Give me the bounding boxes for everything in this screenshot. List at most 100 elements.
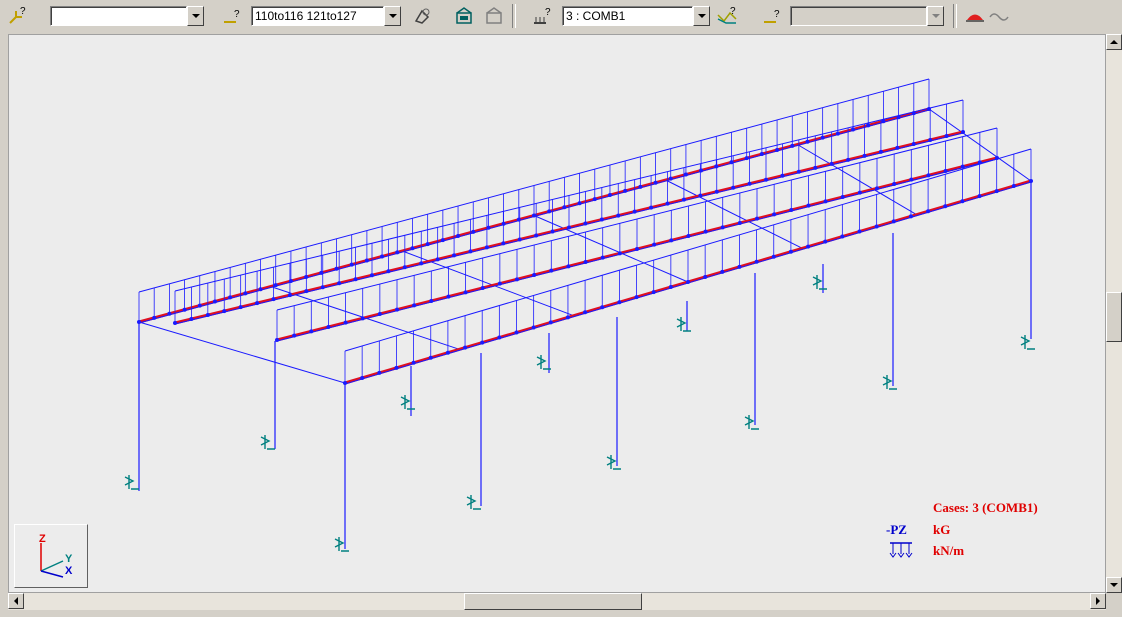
node-dot xyxy=(600,255,605,260)
node-dot xyxy=(275,338,279,342)
node-dot xyxy=(634,295,639,300)
node-dot xyxy=(402,265,407,270)
node-dot xyxy=(320,285,325,290)
node-dot xyxy=(653,180,658,185)
support-symbol xyxy=(676,317,691,332)
load-envelope xyxy=(344,148,1032,352)
node-dot xyxy=(463,345,468,350)
node-dot xyxy=(326,325,331,329)
node-dot xyxy=(652,242,657,247)
node-dot xyxy=(515,277,519,282)
node-dot xyxy=(428,355,433,360)
node-dot xyxy=(1011,184,1016,189)
node-dot xyxy=(775,147,780,152)
axis-indicator[interactable]: Z Y X xyxy=(14,524,88,588)
node-dot xyxy=(857,229,862,234)
node-dot xyxy=(532,213,536,218)
node-dot xyxy=(703,229,708,234)
node-dot xyxy=(484,245,489,250)
node-dot xyxy=(891,219,896,224)
load-envelope xyxy=(276,127,998,311)
node-dot xyxy=(222,309,227,314)
scroll-left-button[interactable] xyxy=(8,593,24,609)
node-dot xyxy=(669,238,674,243)
node-dot xyxy=(243,291,248,296)
toolbar: ? ? 110to116 121to127 ? 3 : COMB1 ? ? xyxy=(0,0,1122,32)
node-dot xyxy=(411,360,416,365)
node-dot xyxy=(961,130,965,134)
node-dot xyxy=(960,164,965,169)
frame-view-icon[interactable] xyxy=(454,5,476,27)
node-dot xyxy=(665,201,670,206)
scroll-down-button[interactable] xyxy=(1106,577,1122,593)
load-case-combo[interactable]: 3 : COMB1 xyxy=(562,6,693,26)
node-dot xyxy=(353,277,358,282)
load-case-dropdown-button[interactable] xyxy=(693,6,710,26)
select-cursor-icon[interactable]: ? xyxy=(6,5,28,27)
vertical-scrollbar[interactable] xyxy=(1106,34,1122,593)
node-dot xyxy=(534,233,539,238)
node-dot xyxy=(714,164,719,169)
node-dot xyxy=(425,242,430,247)
node-dot xyxy=(651,290,656,295)
scroll-up-button[interactable] xyxy=(1106,34,1122,50)
element-selection-icon[interactable]: ? xyxy=(222,5,244,27)
bars-selection-combo[interactable]: 110to116 121to127 xyxy=(251,6,384,26)
node-dot xyxy=(668,285,673,290)
mode-selection-icon[interactable]: ? xyxy=(762,5,784,27)
load-display-icon[interactable]: ? xyxy=(716,5,738,27)
node-dot xyxy=(480,286,485,290)
horizontal-scrollbar[interactable] xyxy=(8,593,1106,610)
node-dot xyxy=(686,280,690,284)
load-case-icon[interactable]: ? xyxy=(532,5,554,27)
load-diagram-icon[interactable] xyxy=(964,5,986,27)
node-dot xyxy=(370,273,374,278)
mode-combo[interactable] xyxy=(790,6,927,26)
node-dot xyxy=(258,287,263,292)
node-dot xyxy=(386,269,391,274)
svg-text:?: ? xyxy=(234,9,240,20)
support-symbol xyxy=(744,415,759,430)
node-dot xyxy=(271,297,276,302)
horizontal-scroll-thumb[interactable] xyxy=(464,593,642,610)
axis-y-label: Y xyxy=(65,553,73,565)
node-dot xyxy=(806,203,811,208)
node-dot xyxy=(435,257,440,262)
bars-dropdown-button[interactable] xyxy=(384,6,401,26)
node-dot xyxy=(835,131,840,136)
node-dot xyxy=(547,209,552,214)
node-dot xyxy=(394,365,399,370)
mode-dropdown-button[interactable] xyxy=(927,6,944,26)
eraser-icon[interactable] xyxy=(412,5,434,27)
node-dot xyxy=(255,301,260,306)
axis-x-label: X xyxy=(65,565,73,577)
distributed-load-icon xyxy=(889,542,913,558)
node-dot xyxy=(440,238,445,243)
node-dot xyxy=(583,221,588,226)
node-dot xyxy=(607,193,612,198)
selection-combo[interactable] xyxy=(50,6,187,26)
node-dot xyxy=(737,264,742,269)
vertical-scroll-thumb[interactable] xyxy=(1106,292,1122,342)
node-dot xyxy=(764,177,768,182)
node-dot xyxy=(463,290,468,295)
deformation-icon[interactable] xyxy=(988,5,1010,27)
node-dot xyxy=(911,141,916,146)
support-symbol xyxy=(466,495,481,510)
node-dot xyxy=(419,261,424,266)
node-dot xyxy=(720,225,725,230)
node-dot xyxy=(583,310,588,315)
scroll-right-button[interactable] xyxy=(1090,593,1106,609)
node-dot xyxy=(592,197,597,202)
node-dot xyxy=(173,321,177,325)
node-dot xyxy=(152,315,157,320)
node-dot xyxy=(292,333,297,338)
node-dot xyxy=(577,201,582,206)
selection-dropdown-button[interactable] xyxy=(187,6,204,26)
legend-cases: Cases: 3 (COMB1) xyxy=(933,500,1038,516)
node-dot xyxy=(516,217,521,222)
node-dot xyxy=(1029,179,1033,183)
node-dot xyxy=(137,320,141,324)
frame-outline-icon[interactable] xyxy=(484,5,506,27)
node-dot xyxy=(772,212,777,217)
